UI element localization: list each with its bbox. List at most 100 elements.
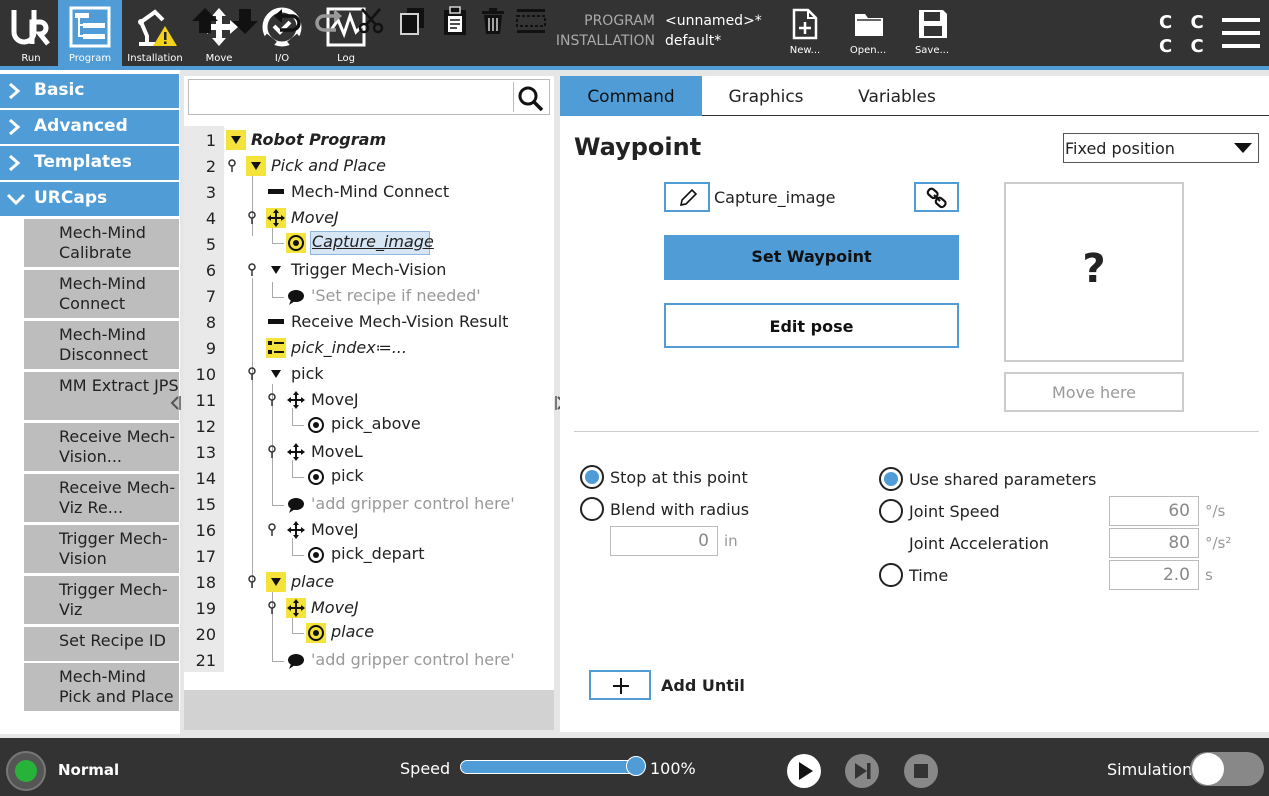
edit-pose-button[interactable]: Edit pose: [664, 303, 959, 348]
urcap-item[interactable]: Trigger Mech-Vision: [24, 525, 179, 573]
tree-node-robot-program[interactable]: Robot Program: [251, 130, 386, 149]
redo-icon[interactable]: [314, 6, 344, 36]
stop-at-point-radio[interactable]: [580, 465, 604, 489]
save-button[interactable]: Save...: [904, 0, 960, 62]
rename-waypoint-button[interactable]: [664, 182, 710, 212]
tree-node[interactable]: pick: [291, 364, 324, 383]
category-urcaps[interactable]: URCaps: [0, 182, 179, 216]
move-here-button[interactable]: Move here: [1004, 372, 1184, 412]
shared-params-radio[interactable]: [879, 467, 903, 491]
tree-connector: [292, 633, 304, 634]
add-until-button[interactable]: [589, 670, 651, 700]
tree-node[interactable]: pick_index≔...: [291, 338, 407, 357]
new-button[interactable]: New...: [777, 0, 833, 62]
step-button-icon[interactable]: [844, 753, 880, 789]
tab-variables[interactable]: Variables: [838, 76, 956, 116]
joint-accel-input[interactable]: 80: [1109, 528, 1199, 558]
tree-node[interactable]: pick_above: [331, 414, 421, 433]
category-advanced[interactable]: Advanced: [0, 110, 179, 144]
line-number: 2: [205, 157, 216, 176]
link-waypoint-button[interactable]: [914, 182, 959, 212]
pin-icon[interactable]: [247, 367, 257, 381]
tree-node[interactable]: Pick and Place: [271, 156, 386, 175]
position-type-dropdown[interactable]: Fixed position: [1063, 133, 1259, 163]
robot-status-indicator[interactable]: [6, 751, 46, 791]
tab-command[interactable]: Command: [560, 76, 702, 116]
undo-icon[interactable]: [272, 6, 302, 36]
joint-speed-radio[interactable]: [879, 499, 903, 523]
search-icon[interactable]: [517, 85, 545, 113]
urcap-item[interactable]: Mech-Mind Disconnect: [24, 321, 179, 369]
hamburger-menu-icon[interactable]: [1222, 17, 1262, 49]
urcap-item[interactable]: Mech-Mind Calibrate: [24, 219, 179, 267]
expanded-triangle-icon[interactable]: [246, 156, 266, 176]
category-basic[interactable]: Basic: [0, 74, 179, 108]
urcap-item[interactable]: Receive Mech-Viz Re...: [24, 474, 179, 522]
tree-node[interactable]: pick: [331, 466, 364, 485]
stop-button-icon[interactable]: [903, 753, 939, 789]
simulation-toggle[interactable]: [1190, 752, 1264, 786]
tree-node[interactable]: Mech-Mind Connect: [291, 182, 449, 201]
urcap-item[interactable]: MM Extract JPS: [24, 372, 179, 420]
expanded-triangle-icon[interactable]: [266, 260, 286, 280]
tree-connector: [252, 278, 253, 588]
blend-radius-radio[interactable]: [580, 497, 604, 521]
cut-scissors-icon[interactable]: [356, 6, 386, 36]
urcap-item[interactable]: Set Recipe ID: [24, 627, 179, 661]
move-up-icon[interactable]: [190, 6, 220, 36]
pin-icon[interactable]: [247, 263, 257, 277]
pin-icon[interactable]: [227, 159, 237, 173]
tree-search-input[interactable]: [188, 79, 550, 115]
pin-icon[interactable]: [267, 393, 277, 407]
time-radio[interactable]: [879, 563, 903, 587]
move-down-icon[interactable]: [230, 6, 260, 36]
tree-node[interactable]: MoveJ: [311, 390, 359, 409]
tree-node[interactable]: place: [331, 622, 374, 641]
tree-node[interactable]: MoveJ: [291, 208, 339, 227]
time-input[interactable]: 2.0: [1109, 560, 1199, 590]
pin-icon[interactable]: [267, 445, 277, 459]
tree-node[interactable]: pick_depart: [331, 544, 424, 563]
expanded-triangle-icon[interactable]: [266, 364, 286, 384]
tree-node[interactable]: MoveJ: [311, 598, 359, 617]
delete-trash-icon[interactable]: [478, 6, 508, 36]
line-number: 7: [205, 287, 216, 306]
tree-node[interactable]: Receive Mech-Vision Result: [291, 312, 508, 331]
nav-run-label: Run: [21, 53, 41, 64]
nav-run[interactable]: Run: [0, 0, 62, 66]
tree-node[interactable]: place: [291, 572, 334, 591]
suppress-icon[interactable]: [516, 6, 546, 36]
speed-slider-handle[interactable]: [626, 756, 646, 776]
nav-program[interactable]: Program: [58, 0, 122, 66]
tree-node-comment[interactable]: 'add gripper control here': [311, 650, 515, 669]
urcap-item[interactable]: Mech-Mind Pick and Place: [24, 663, 179, 711]
copy-icon[interactable]: [398, 6, 428, 36]
tree-node[interactable]: MoveL: [311, 442, 363, 461]
nav-installation[interactable]: Installation: [124, 0, 186, 66]
pin-icon[interactable]: [247, 211, 257, 225]
paste-clipboard-icon[interactable]: [440, 6, 470, 36]
set-waypoint-button[interactable]: Set Waypoint: [664, 235, 959, 280]
play-button-icon[interactable]: [786, 753, 822, 789]
urcap-item[interactable]: Mech-Mind Connect: [24, 270, 179, 318]
tree-node-selected[interactable]: Capture_image: [312, 232, 434, 251]
category-templates[interactable]: Templates: [0, 146, 179, 180]
tree-node[interactable]: MoveJ: [311, 520, 359, 539]
open-button[interactable]: Open...: [840, 0, 896, 62]
pin-icon[interactable]: [267, 601, 277, 615]
expanded-triangle-icon[interactable]: [266, 572, 286, 592]
tree-connector: [292, 555, 304, 556]
urcap-item[interactable]: Trigger Mech-Viz: [24, 576, 179, 624]
expanded-triangle-icon[interactable]: [226, 130, 246, 150]
tab-graphics[interactable]: Graphics: [708, 76, 824, 116]
collapse-left-handle-icon[interactable]: [170, 394, 182, 412]
speed-slider-track[interactable]: [460, 760, 636, 774]
tree-node-comment[interactable]: 'Set recipe if needed': [311, 286, 481, 305]
joint-speed-input[interactable]: 60: [1109, 496, 1199, 526]
urcap-item[interactable]: Receive Mech-Vision...: [24, 423, 179, 471]
blend-radius-input[interactable]: 0: [610, 526, 718, 556]
pin-icon[interactable]: [267, 523, 277, 537]
tree-node[interactable]: Trigger Mech-Vision: [291, 260, 446, 279]
tree-node-comment[interactable]: 'add gripper control here': [311, 494, 515, 513]
pin-icon[interactable]: [247, 575, 257, 589]
